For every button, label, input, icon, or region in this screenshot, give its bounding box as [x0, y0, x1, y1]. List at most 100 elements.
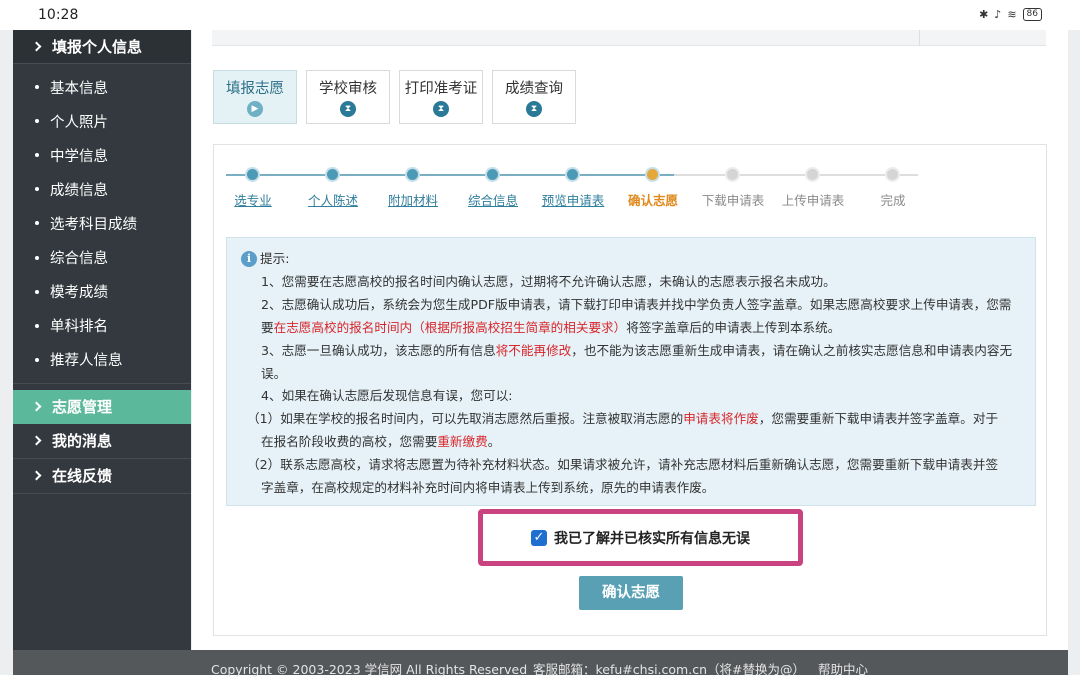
- step-personal-statement[interactable]: 个人陈述: [308, 190, 358, 209]
- status-bar: 10:28 ✱ ♪ ≋ 86: [0, 0, 1080, 30]
- bullet-icon: [35, 289, 39, 294]
- tab-print-admission[interactable]: 打印准考证 ⧗: [399, 70, 483, 124]
- wifi-icon: ≋: [1007, 8, 1017, 21]
- sidebar-item-grades[interactable]: 成绩信息: [13, 172, 191, 206]
- notice-line: 在报名阶段收费的高校，您需要重新缴费。: [261, 431, 1021, 454]
- footer-email: 客服邮箱：kefu#chsi.com.cn（将#替换为@）: [533, 662, 805, 677]
- bullet-icon: [35, 153, 39, 158]
- step-preview-form[interactable]: 预览申请表: [542, 190, 605, 209]
- notice-text: ，您需要重新下载申请表并签字盖章。对于: [758, 411, 999, 427]
- mute-icon: ♪: [994, 8, 1002, 21]
- sidebar-item-comprehensive-info[interactable]: 综合信息: [13, 240, 191, 274]
- divider: [919, 30, 920, 46]
- step-node-current: [645, 167, 660, 182]
- notice-text: 3、志愿一旦确认成功，该志愿的所有信息: [261, 342, 496, 358]
- notice-line: （1）如果在学校的报名时间内，可以先取消志愿然后重报。注意被取消志愿的申请表将作…: [247, 408, 1021, 431]
- sidebar-item-label: 模考成绩: [50, 285, 108, 302]
- footer-copyright: Copyright © 2003-2023 学信网 All Rights Res…: [211, 662, 528, 677]
- sidebar-section-applications[interactable]: 志愿管理: [13, 389, 191, 424]
- confirm-checkbox-label[interactable]: 我已了解并已核实所有信息无误: [554, 528, 750, 548]
- sidebar-section-label: 填报个人信息: [52, 38, 143, 56]
- sidebar-item-photo[interactable]: 个人照片: [13, 104, 191, 138]
- chevron-right-icon: [31, 401, 42, 412]
- bullet-icon: [35, 119, 39, 124]
- progress-track-todo: [674, 174, 918, 176]
- bullet-icon: [35, 221, 39, 226]
- sidebar-section-feedback[interactable]: 在线反馈: [13, 459, 191, 494]
- step-node: [245, 167, 260, 182]
- tab-school-review[interactable]: 学校审核 ⧗: [306, 70, 390, 124]
- notice-text: 将签字盖章后的申请表上传到本系统。: [626, 319, 841, 335]
- sidebar: 填报个人信息 基本信息 个人照片 中学信息 成绩信息 选考科目成绩 综合信息 模…: [13, 30, 191, 650]
- status-time: 10:28: [38, 7, 79, 23]
- progress-track-done: [226, 174, 674, 176]
- tab-label: 打印准考证: [404, 81, 478, 97]
- bullet-icon: [35, 187, 39, 192]
- step-select-major[interactable]: 选专业: [234, 190, 272, 209]
- footer: Copyright © 2003-2023 学信网 All Rights Res…: [13, 650, 1068, 678]
- notice-text: 在报名阶段收费的高校，您需要: [261, 434, 438, 450]
- sidebar-item-school-info[interactable]: 中学信息: [13, 138, 191, 172]
- step-node: [725, 167, 740, 182]
- notice-text: ，也不能为该志愿重新生成申请表，请在确认之前核实志愿信息和申请表内容无: [571, 342, 1013, 358]
- sidebar-item-mock-exam[interactable]: 模考成绩: [13, 275, 191, 309]
- info-icon: i: [241, 251, 257, 268]
- main-content: 填报志愿 ▶ 学校审核 ⧗ 打印准考证 ⧗ 成绩查询 ⧗ 选专业 个人陈述 附加…: [192, 30, 1068, 650]
- sidebar-section-label: 我的消息: [52, 432, 113, 451]
- sidebar-item-label: 中学信息: [50, 148, 108, 165]
- step-node: [325, 167, 340, 182]
- progress-steps: 选专业 个人陈述 附加材料 综合信息 预览申请表 确认志愿 下载申请表 上传申请…: [226, 165, 936, 215]
- hourglass-icon: ⧗: [526, 101, 542, 117]
- sidebar-item-basic-info[interactable]: 基本信息: [13, 70, 191, 104]
- application-panel: 选专业 个人陈述 附加材料 综合信息 预览申请表 确认志愿 下载申请表 上传申请…: [213, 144, 1047, 636]
- notice-line: 1、您需要在志愿高校的报名时间内确认志愿，过期将不允许确认志愿，未确认的志愿表示…: [261, 273, 836, 289]
- sidebar-section-messages[interactable]: 我的消息: [13, 424, 191, 459]
- tab-label: 填报志愿: [226, 81, 284, 97]
- sidebar-item-label: 基本信息: [50, 80, 108, 97]
- sidebar-item-label: 综合信息: [50, 251, 108, 268]
- notice-line: 4、如果在确认志愿后发现信息有误，您可以:: [261, 388, 513, 404]
- hourglass-icon: ⧗: [340, 101, 356, 117]
- chevron-right-icon: [31, 470, 42, 481]
- notice-line: 3、志愿一旦确认成功，该志愿的所有信息将不能再修改，也不能为该志愿重新生成申请表…: [261, 340, 1021, 363]
- step-download-form: 下载申请表: [701, 193, 765, 208]
- step-comprehensive-info[interactable]: 综合信息: [468, 190, 518, 209]
- notice-title-text: 提示:: [260, 251, 290, 266]
- notice-warning: 重新缴费: [437, 434, 488, 450]
- bullet-icon: [35, 323, 39, 328]
- sidebar-item-label: 个人照片: [50, 114, 108, 131]
- sidebar-item-label: 成绩信息: [50, 182, 108, 199]
- step-node: [565, 167, 580, 182]
- step-upload-form: 上传申请表: [781, 193, 845, 208]
- sidebar-item-elective-grades[interactable]: 选考科目成绩: [13, 206, 191, 240]
- status-icons: ✱ ♪ ≋ 86: [979, 8, 1042, 21]
- sidebar-section-label: 在线反馈: [52, 467, 113, 486]
- step-extra-materials[interactable]: 附加材料: [388, 190, 438, 209]
- play-icon: ▶: [247, 101, 263, 117]
- top-strip: [212, 30, 1046, 46]
- tab-score-query[interactable]: 成绩查询 ⧗: [492, 70, 576, 124]
- footer-help-link[interactable]: 帮助中心: [818, 659, 868, 678]
- bullet-icon: [35, 357, 39, 362]
- bluetooth-icon: ✱: [979, 8, 989, 21]
- sidebar-item-label: 推荐人信息: [50, 353, 123, 370]
- notice-title: i 提示:: [241, 248, 1021, 271]
- step-node: [885, 167, 900, 182]
- sidebar-item-referrer[interactable]: 推荐人信息: [13, 343, 191, 377]
- step-node: [805, 167, 820, 182]
- sidebar-section-label: 志愿管理: [52, 398, 113, 417]
- battery-icon: 86: [1022, 8, 1042, 21]
- notice-line: 字盖章，在高校规定的材料补充时间内将申请表上传到系统，原先的申请表作废。: [261, 480, 715, 496]
- sidebar-item-subject-rank[interactable]: 单科排名: [13, 309, 191, 343]
- notice-line: 2、志愿确认成功后，系统会为您生成PDF版申请表，请下载打印申请表并找中学负责人…: [261, 296, 1012, 312]
- confirm-checkbox[interactable]: ✓: [531, 529, 547, 546]
- confirm-application-button[interactable]: 确认志愿: [579, 576, 683, 610]
- bullet-icon: [35, 85, 39, 90]
- chevron-right-icon: [31, 41, 42, 52]
- tab-apply[interactable]: 填报志愿 ▶: [213, 70, 297, 124]
- step-confirm: 确认志愿: [627, 193, 679, 208]
- notice-line: 要在志愿高校的报名时间内（根据所报高校招生简章的相关要求）将签字盖章后的申请表上…: [261, 317, 1021, 340]
- sidebar-section-personal-info[interactable]: 填报个人信息: [13, 30, 191, 64]
- tab-label: 学校审核: [319, 81, 377, 97]
- notice-warning: 将不能再修改: [495, 342, 572, 358]
